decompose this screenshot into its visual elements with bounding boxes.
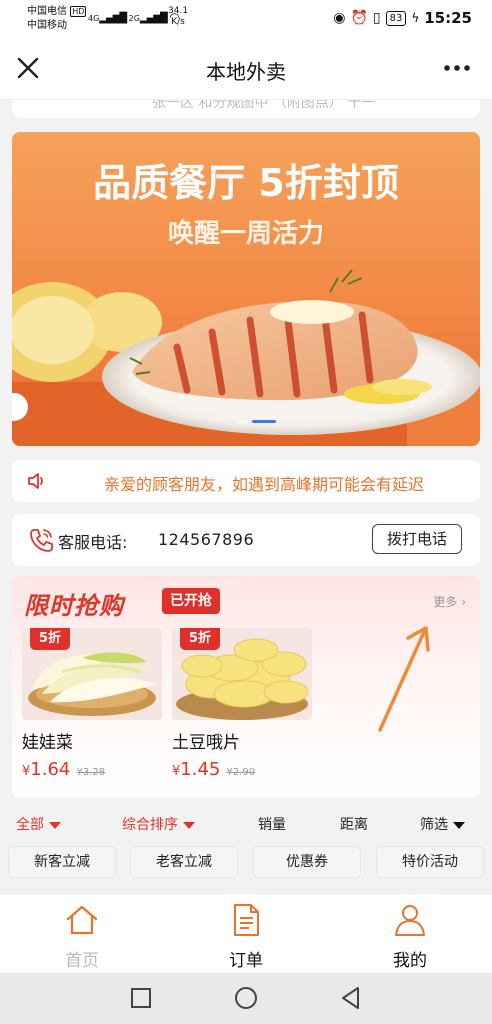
- speed-value: 34.1: [168, 6, 189, 16]
- tab-home[interactable]: 首页: [22, 902, 142, 971]
- signal-icon-2: ▂▄▆█: [139, 13, 168, 24]
- filter-bar: 全部 综合排序 销量 距离 筛选: [0, 808, 492, 838]
- banner-headline: 品质餐厅 5折封顶: [93, 161, 399, 205]
- banner-subline: 唤醒一周活力: [168, 219, 324, 249]
- chip-coupon[interactable]: 优惠券: [253, 846, 361, 878]
- filter-sort[interactable]: 综合排序: [122, 814, 195, 834]
- network-type-2: 2G: [128, 14, 140, 23]
- eye-icon: ◉: [333, 10, 346, 26]
- filter-all[interactable]: 全部: [16, 814, 61, 834]
- tab-home-label: 首页: [65, 951, 99, 971]
- chip-returning-customer[interactable]: 老客立减: [130, 846, 238, 878]
- network-type-1: 4G: [88, 14, 100, 23]
- filter-all-label: 全部: [16, 817, 44, 833]
- cutoff-text: 张一区 和分规图中 （附图点） 十一: [152, 100, 376, 111]
- page-title: 本地外卖: [206, 60, 286, 84]
- filter-sort-label: 综合排序: [122, 817, 178, 833]
- carrier-info: 中国电信 HD 中国移动: [27, 5, 87, 33]
- chip-special-offer[interactable]: 特价活动: [376, 846, 484, 878]
- recent-apps-icon[interactable]: [128, 985, 154, 1011]
- bottom-tab-bar: 首页 订单 我的: [0, 893, 492, 973]
- caret-down-icon: [183, 821, 195, 829]
- discount-tag: 5折: [30, 628, 70, 650]
- vibrate-icon: ▯: [372, 10, 381, 26]
- banner-image: 品质餐厅 5折封顶 唤醒一周活力: [12, 132, 480, 446]
- carrier-1: 中国电信: [27, 6, 67, 17]
- flash-sale-title: 限时抢购: [24, 592, 124, 620]
- service-label: 客服电话:: [58, 533, 128, 552]
- original-price: ¥3.28: [76, 767, 106, 778]
- order-icon: [234, 904, 259, 936]
- original-price: ¥2.90: [226, 767, 256, 778]
- caret-down-icon: [453, 821, 465, 829]
- product-name: 土豆哦片: [172, 733, 240, 753]
- hd-badge: HD: [70, 6, 87, 17]
- promo-banner[interactable]: 品质餐厅 5折封顶 唤醒一周活力: [12, 132, 480, 446]
- chip-new-customer[interactable]: 新客立减: [8, 846, 116, 878]
- tab-orders-label: 订单: [229, 951, 263, 971]
- more-options-icon[interactable]: [442, 58, 472, 78]
- charging-icon: ϟ: [411, 11, 420, 25]
- price-value: 1.45: [180, 759, 221, 780]
- announcement-bar[interactable]: 亲爱的顾客朋友，如遇到高峰期可能会有延迟: [12, 460, 480, 502]
- home-button-icon[interactable]: [233, 985, 259, 1011]
- home-icon: [66, 905, 98, 935]
- annotation-arrow: [378, 626, 430, 732]
- title-bar: 本地外卖: [0, 38, 492, 100]
- tab-orders[interactable]: 订单: [186, 902, 306, 971]
- phone-icon: [30, 529, 53, 552]
- status-right: ◉ ⏰ ▯ 83 ϟ 15:25: [333, 9, 472, 27]
- alarm-icon: ⏰: [350, 10, 368, 26]
- profile-icon: [395, 905, 425, 936]
- status-bar: 中国电信 HD 中国移动 4G▂▄▆█ 2G▂▄▆█ ◠ 34.1 K/s ◉ …: [0, 0, 492, 38]
- network-speed: 34.1 K/s: [168, 6, 188, 28]
- product-image: 5折: [22, 628, 162, 720]
- announcement-text: 亲爱的顾客朋友，如遇到高峰期可能会有延迟: [104, 475, 425, 494]
- product-image: 5折: [172, 628, 312, 720]
- price-row: ¥1.45 ¥2.90: [172, 759, 312, 780]
- speaker-icon: [28, 473, 43, 489]
- clock: 15:25: [424, 9, 472, 27]
- price-row: ¥1.64 ¥3.28: [22, 759, 162, 780]
- customer-service-card: 客服电话: 124567896 拨打电话: [12, 514, 480, 566]
- service-phone-number: 124567896: [158, 530, 255, 549]
- chevron-right-icon: ›: [461, 595, 466, 609]
- signal-indicators: 4G▂▄▆█ 2G▂▄▆█ ◠: [88, 10, 180, 24]
- scrolled-card-bottom: 张一区 和分规图中 （附图点） 十一: [12, 100, 480, 118]
- discount-tag: 5折: [180, 628, 220, 650]
- system-navigation-bar: [0, 973, 492, 1024]
- price-value: 1.64: [30, 759, 71, 780]
- signal-icon: ▂▄▆█: [99, 13, 127, 24]
- more-link[interactable]: 更多 ›: [433, 593, 466, 610]
- carrier-2: 中国移动: [27, 20, 67, 31]
- more-label: 更多: [433, 595, 458, 609]
- filter-distance[interactable]: 距离: [340, 814, 368, 834]
- filter-more[interactable]: 筛选: [420, 814, 465, 834]
- tab-profile-label: 我的: [393, 951, 427, 971]
- filter-more-label: 筛选: [420, 817, 448, 833]
- filter-sales[interactable]: 销量: [258, 814, 286, 834]
- battery-icon: 83: [385, 10, 407, 26]
- tab-profile[interactable]: 我的: [350, 902, 470, 971]
- back-icon[interactable]: [338, 985, 364, 1011]
- product-card[interactable]: 5折 土豆哦片 ¥1.45 ¥2.90: [172, 628, 312, 780]
- sale-price: ¥1.45: [172, 759, 220, 780]
- caret-down-icon: [49, 821, 61, 829]
- sale-price: ¥1.64: [22, 759, 70, 780]
- call-button[interactable]: 拨打电话: [372, 524, 462, 554]
- sale-started-badge: 已开抢: [162, 588, 220, 614]
- product-card[interactable]: 5折 娃娃菜 ¥1.64 ¥3.28: [22, 628, 162, 780]
- speed-unit: K/s: [171, 17, 185, 27]
- product-name: 娃娃菜: [22, 733, 73, 753]
